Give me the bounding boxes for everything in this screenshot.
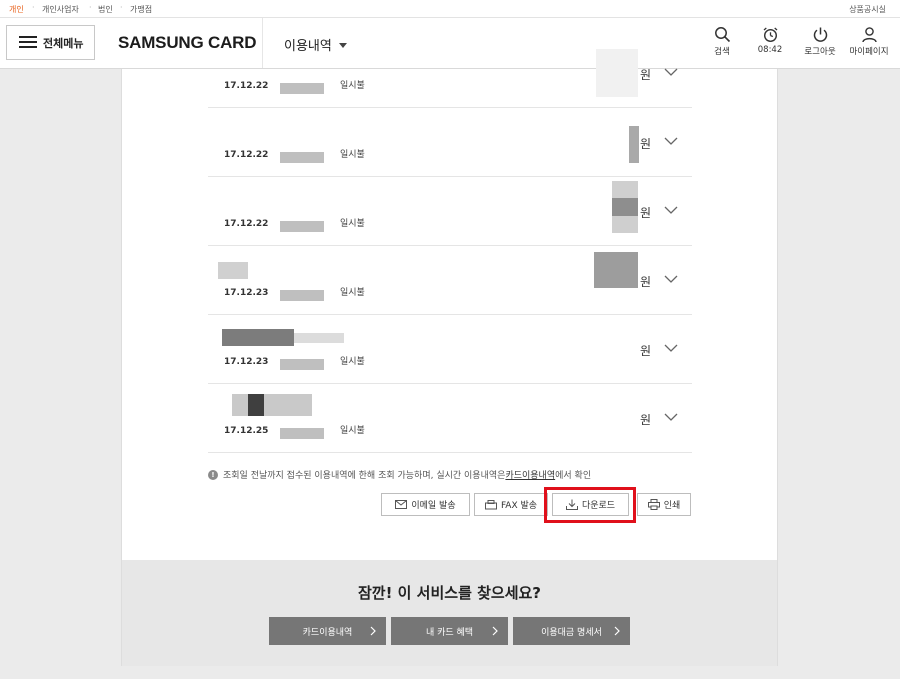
alarm-clock-icon	[763, 27, 777, 43]
email-send-label: 이메일 발송	[411, 501, 456, 511]
separator-dot: ·	[120, 3, 123, 12]
currency-unit: 원	[640, 344, 652, 358]
transaction-date: 17.12.22	[224, 150, 269, 160]
hamburger-icon	[19, 36, 37, 49]
masked-merchant-code	[280, 428, 324, 439]
transaction-type: 일시불	[340, 150, 365, 160]
transaction-date: 17.12.25	[224, 426, 269, 436]
top-utility-bar: 개인 · 개인사업자 · 법인 · 가맹점 상품공시실	[0, 0, 900, 18]
currency-unit: 원	[640, 206, 652, 220]
logout-button[interactable]: 로그아웃	[800, 26, 840, 57]
transaction-row[interactable]: 17.12.22 일시불 원	[208, 108, 692, 177]
search-icon	[714, 27, 730, 43]
chevron-down-icon[interactable]	[664, 413, 678, 422]
card-usage-label: 카드이용내역	[302, 627, 353, 638]
transaction-type: 일시불	[340, 426, 365, 436]
printer-icon	[647, 499, 660, 510]
currency-unit: 원	[640, 137, 652, 151]
card-usage-link[interactable]: 카드이용내역	[505, 468, 555, 481]
my-card-benefits-label: 내 카드 혜택	[425, 627, 474, 638]
print-button[interactable]: 인쇄	[637, 493, 691, 516]
transaction-row[interactable]: 17.12.23 일시불 원	[208, 246, 692, 315]
fax-send-label: FAX 발송	[500, 501, 538, 511]
currency-unit: 원	[640, 413, 652, 427]
chevron-down-icon[interactable]	[664, 275, 678, 284]
transaction-row[interactable]: 17.12.25 일시불 원	[208, 384, 692, 453]
mypage-label: 마이페이지	[849, 47, 889, 57]
transaction-row[interactable]: 17.12.23 일시불 원	[208, 315, 692, 384]
chevron-right-icon	[370, 626, 376, 636]
masked-merchant-name-detail	[248, 394, 264, 416]
separator-dot: ·	[32, 3, 35, 12]
chevron-down-icon[interactable]	[664, 137, 678, 146]
masked-amount-detail	[612, 198, 638, 216]
user-icon	[861, 27, 877, 43]
print-label: 인쇄	[663, 501, 681, 511]
session-timer[interactable]: 08:42	[754, 26, 786, 55]
masked-merchant-code	[280, 221, 324, 232]
info-icon: !	[208, 469, 218, 480]
currency-unit: 원	[640, 68, 652, 82]
chevron-right-icon	[614, 626, 620, 636]
transaction-date: 17.12.23	[224, 357, 269, 367]
chevron-down-icon[interactable]	[664, 344, 678, 353]
masked-merchant-name-tail	[294, 333, 344, 343]
transaction-type: 일시불	[340, 357, 365, 367]
inquiry-notice: ! 조회일 전날까지 접수된 이용내역에 한해 조회 가능하며, 실시간 이용내…	[208, 468, 591, 481]
my-card-benefits-button[interactable]: 내 카드 혜택	[391, 617, 508, 645]
envelope-icon	[395, 500, 408, 509]
power-icon	[813, 27, 827, 42]
masked-merchant-name	[218, 262, 248, 279]
masked-merchant-code	[280, 152, 324, 163]
download-highlight-box	[544, 487, 636, 523]
masked-amount	[594, 252, 638, 288]
billing-statement-button[interactable]: 이용대금 명세서	[513, 617, 630, 645]
fax-send-button[interactable]: FAX 발송	[474, 493, 548, 516]
transaction-date: 17.12.23	[224, 288, 269, 298]
masked-merchant-code	[280, 290, 324, 301]
timer-label: 08:42	[757, 45, 783, 55]
chevron-down-icon[interactable]	[664, 68, 678, 77]
chevron-down-icon[interactable]	[664, 206, 678, 215]
masked-merchant-name	[232, 394, 312, 416]
masked-merchant-code	[280, 359, 324, 370]
chevron-right-icon	[492, 626, 498, 636]
promo-title: 잠깐! 이 서비스를 찾으세요?	[357, 584, 541, 602]
mypage-button[interactable]: 마이페이지	[846, 26, 892, 57]
transaction-type: 일시불	[340, 81, 365, 91]
search-label: 검색	[714, 47, 730, 57]
logout-label: 로그아웃	[804, 47, 836, 57]
product-disclosure-link[interactable]: 상품공시실	[849, 4, 886, 15]
all-menu-button[interactable]: 전체메뉴	[6, 25, 95, 60]
transaction-type: 일시불	[340, 288, 365, 298]
masked-amount	[596, 49, 638, 97]
card-usage-button[interactable]: 카드이용내역	[269, 617, 386, 645]
all-menu-label: 전체메뉴	[43, 36, 84, 50]
separator-dot: ·	[89, 3, 92, 12]
email-send-button[interactable]: 이메일 발송	[381, 493, 470, 516]
service-suggestion-panel: 잠깐! 이 서비스를 찾으세요? 카드이용내역 내 카드 혜택 이용대금 명세서	[122, 560, 777, 666]
masked-merchant-name	[222, 329, 294, 346]
tab-merchant[interactable]: 가맹점	[130, 4, 152, 15]
transaction-row[interactable]: 17.12.22 일시불 원	[208, 177, 692, 246]
tab-personal[interactable]: 개인	[9, 4, 24, 15]
search-button[interactable]: 검색	[707, 26, 737, 57]
masked-amount	[629, 126, 639, 163]
transaction-date: 17.12.22	[224, 81, 269, 91]
tab-corporate[interactable]: 법인	[98, 4, 113, 15]
tab-individual-business[interactable]: 개인사업자	[42, 4, 79, 15]
masked-merchant-code	[280, 83, 324, 94]
fax-icon	[484, 499, 497, 509]
currency-unit: 원	[640, 275, 652, 289]
notice-text-after: 에서 확인	[555, 471, 592, 481]
transaction-row[interactable]: 17.12.22 일시불 원	[208, 39, 692, 108]
notice-text-before: 조회일 전날까지 접수된 이용내역에 한해 조회 가능하며, 실시간 이용내역은	[223, 471, 506, 481]
transaction-date: 17.12.22	[224, 219, 269, 229]
billing-statement-label: 이용대금 명세서	[541, 627, 602, 638]
transaction-type: 일시불	[340, 219, 365, 229]
